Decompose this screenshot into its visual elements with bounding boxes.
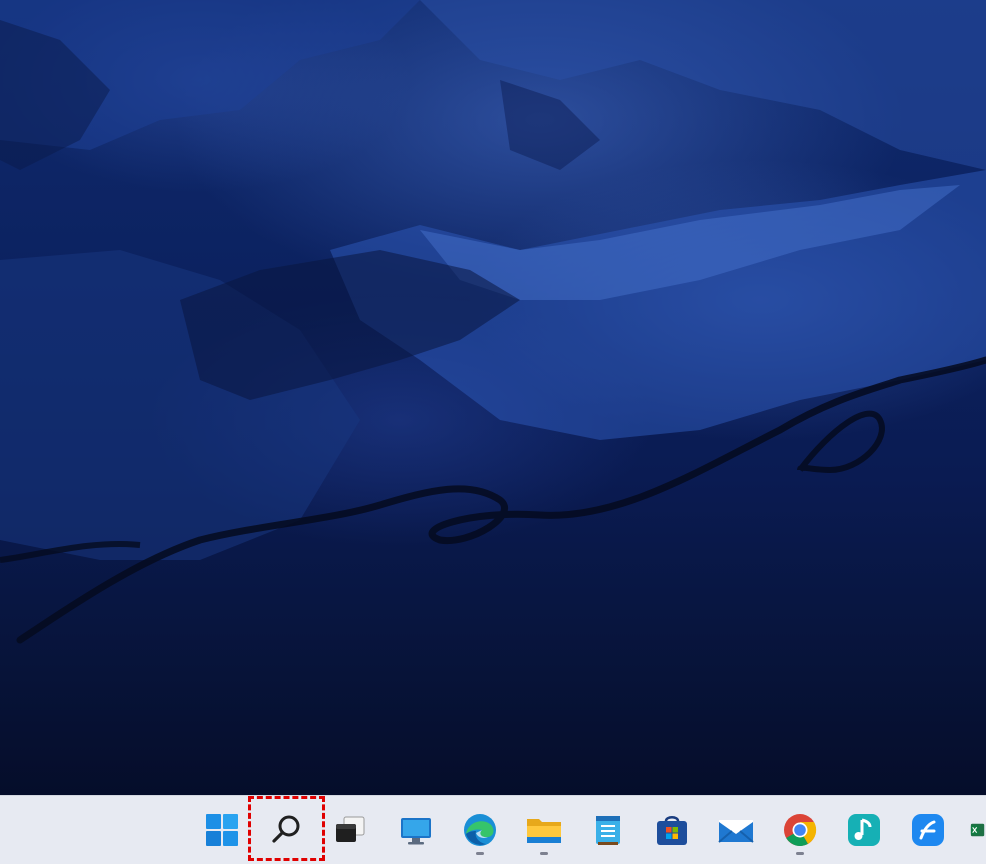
chrome-button[interactable] — [780, 810, 820, 855]
edge-icon — [464, 814, 496, 846]
store-icon — [657, 816, 687, 845]
remote-desktop-button[interactable] — [396, 810, 436, 850]
notepad-button[interactable] — [588, 810, 628, 850]
folder-icon — [527, 819, 561, 843]
microsoft-store-button[interactable] — [652, 810, 692, 850]
blue-app-button[interactable] — [908, 810, 948, 850]
music-note-icon — [848, 814, 880, 846]
wallpaper-art — [0, 0, 986, 644]
edge-button[interactable] — [460, 810, 500, 855]
search-icon — [272, 815, 300, 843]
excel-icon — [970, 823, 985, 837]
chrome-running-indicator — [796, 852, 804, 855]
excel-button[interactable] — [970, 810, 986, 850]
monitor-icon — [401, 818, 431, 845]
music-app-button[interactable] — [844, 810, 884, 850]
task-view-icon — [336, 816, 365, 842]
mail-button[interactable] — [716, 810, 756, 850]
start-button[interactable] — [202, 810, 242, 850]
file-explorer-running-indicator — [540, 852, 548, 855]
taskbar — [0, 795, 986, 864]
chrome-icon — [784, 814, 817, 847]
mail-icon — [718, 820, 754, 843]
desktop-wallpaper — [0, 0, 986, 795]
windows-logo-icon — [206, 814, 238, 846]
notepad-icon — [596, 816, 620, 845]
file-explorer-button[interactable] — [524, 810, 564, 855]
blue-app-icon — [912, 814, 944, 846]
task-view-button[interactable] — [330, 810, 370, 850]
search-button[interactable] — [266, 810, 306, 850]
edge-running-indicator — [476, 852, 484, 855]
